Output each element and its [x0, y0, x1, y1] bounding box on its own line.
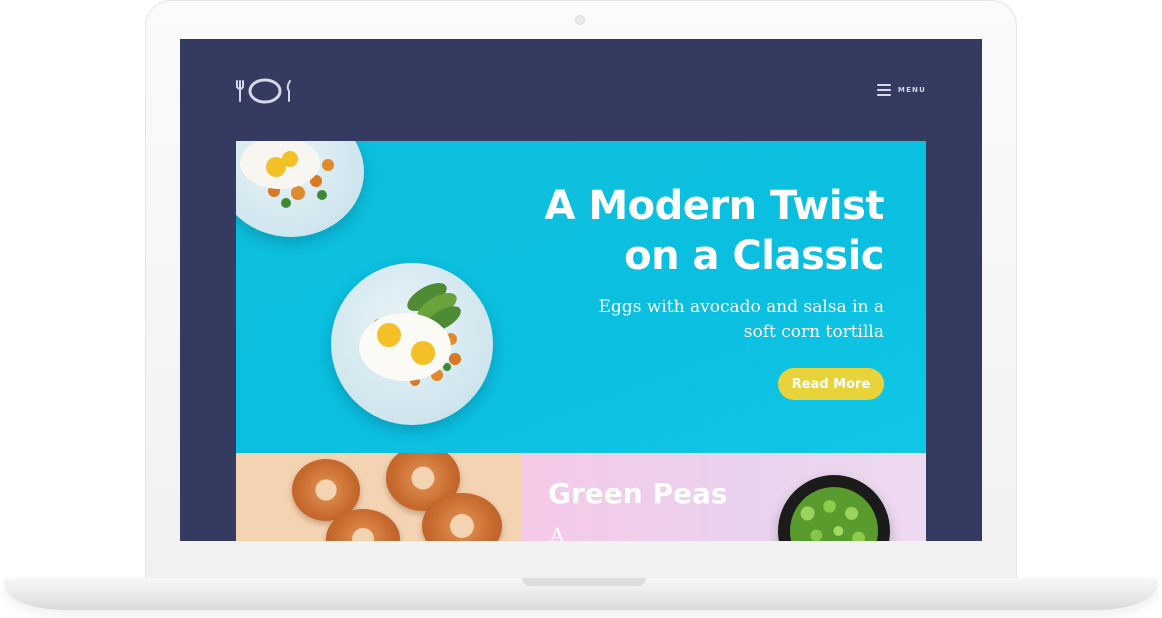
menu-label: MENU	[897, 86, 926, 94]
hamburger-icon	[876, 84, 891, 96]
eggs-avocado-plate-image	[331, 263, 493, 425]
hero-banner: A Modern Twist on a Classic Eggs with av…	[236, 141, 926, 453]
hero-title: A Modern Twist on a Classic	[504, 181, 884, 281]
menu-button[interactable]: MENU	[876, 84, 926, 96]
laptop-camera	[575, 15, 585, 25]
hero-subtitle: Eggs with avocado and salsa in a soft co…	[564, 295, 884, 345]
peas-card-subtitle: A	[550, 523, 565, 541]
website-screen: MENU A Modern Twist on a Classic Eggs wi…	[180, 39, 982, 541]
green-peas-bowl-image	[778, 475, 890, 541]
hero-title-line-1: A Modern Twist	[544, 183, 884, 229]
hero-title-line-2: on a Classic	[624, 233, 884, 279]
plate-and-cutlery-icon[interactable]	[236, 77, 294, 105]
hero-subtitle-line-2: soft corn tortilla	[743, 322, 884, 342]
laptop-notch	[522, 578, 646, 586]
laptop-base	[4, 578, 1158, 610]
hero-subtitle-line-1: Eggs with avocado and salsa in a	[598, 297, 884, 317]
donuts-card[interactable]	[236, 453, 522, 541]
green-peas-card[interactable]: Green Peas A	[522, 453, 926, 541]
read-more-button[interactable]: Read More	[778, 368, 884, 400]
food-plate-image	[236, 141, 364, 237]
peas-card-title: Green Peas	[548, 477, 728, 510]
